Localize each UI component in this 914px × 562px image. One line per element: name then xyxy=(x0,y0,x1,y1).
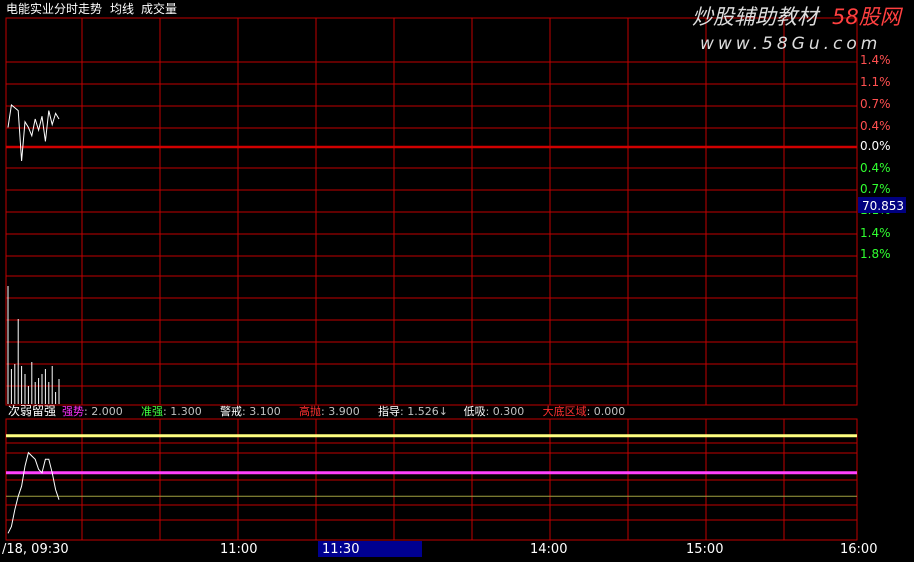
price-axis-label: 1.1% xyxy=(860,75,891,89)
indicator-legend-value: : 1.300 xyxy=(163,405,202,418)
indicator-name: 次弱留强 xyxy=(8,404,56,418)
watermark-url: www.58Gu.com xyxy=(700,34,881,54)
indicator-legend-label: 低吸 xyxy=(464,405,486,418)
indicator-legend-item: 大底区域: 0.000 xyxy=(543,404,626,418)
price-axis-label: 0.7% xyxy=(860,97,891,111)
indicator-legend-value: : 1.526↓ xyxy=(400,405,448,418)
price-axis-label: 1.4% xyxy=(860,53,891,67)
price-axis-label: 0.4% xyxy=(860,119,891,133)
indicator-legend-item: 警戒: 3.100 xyxy=(220,404,281,418)
price-axis-label: 0.7% xyxy=(860,182,891,196)
time-axis-label: /18, 09:30 xyxy=(2,542,69,557)
price-axis-label: 0.4% xyxy=(860,161,891,175)
indicator-legend-item: 强势: 2.000 xyxy=(62,405,123,418)
indicator-legend-value: : 2.000 xyxy=(84,405,123,418)
page-title: 电能实业分时走势 xyxy=(6,1,102,16)
indicator-legend-value: : 0.000 xyxy=(587,405,626,418)
volume-label: 成交量 xyxy=(141,1,177,16)
watermark-line1: 炒股辅助教材 xyxy=(692,5,821,29)
intraday-chart[interactable]: 1.4%1.1%0.7%0.4%0.0%0.4%0.7%1.1%1.4%1.8%… xyxy=(0,0,914,562)
price-axis-label: 1.4% xyxy=(860,226,891,240)
time-axis-label: 16:00 xyxy=(840,542,877,557)
indicator-legend-label: 准强 xyxy=(141,405,163,418)
indicator-legend-item: 低吸: 0.300 xyxy=(464,405,525,418)
avg-line-label: 均线 xyxy=(110,2,134,16)
indicator-legend-item: 指导: 1.526↓ xyxy=(378,404,448,418)
indicator-legend-value: : 3.900 xyxy=(321,405,360,418)
price-axis-label: 0.0% xyxy=(860,139,891,153)
indicator-legend-item: 高抛: 3.900 xyxy=(299,404,360,418)
indicator-legend-label: 强势 xyxy=(62,405,84,418)
indicator-legend-label: 大底区域 xyxy=(543,404,587,418)
time-axis-label: 15:00 xyxy=(686,542,723,557)
indicator-legend-item: 准强: 1.300 xyxy=(141,405,202,418)
indicator-legend-label: 高抛 xyxy=(299,404,321,418)
time-axis-label: 14:00 xyxy=(530,542,567,557)
time-axis-label: 11:00 xyxy=(220,542,257,557)
indicator-legend-label: 警戒 xyxy=(220,404,242,418)
time-axis-label: 11:30 xyxy=(322,542,359,557)
indicator-legend-value: : 3.100 xyxy=(242,405,281,418)
indicator-legend-label: 指导 xyxy=(378,404,400,418)
price-axis-label: 1.8% xyxy=(860,247,891,261)
indicator-legend-value: : 0.300 xyxy=(486,405,525,418)
watermark-brand: 58股网 xyxy=(832,5,904,29)
current-price-label: 70.853 xyxy=(862,199,904,213)
